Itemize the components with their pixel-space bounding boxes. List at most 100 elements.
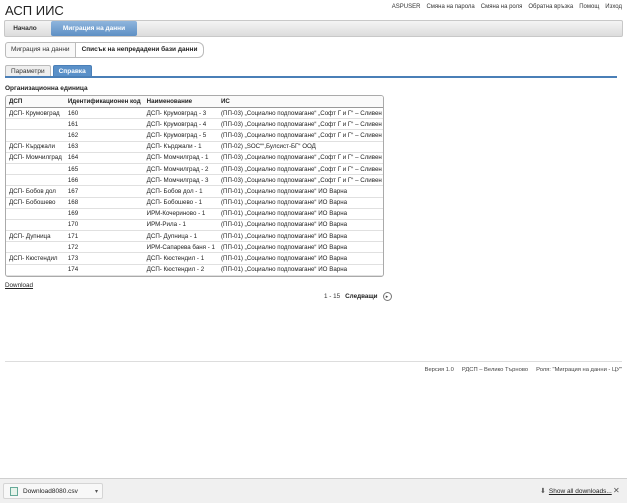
- cell-id-code: 163: [64, 141, 144, 153]
- cell-is: (ПП-02) „SOC““,Булсист-БГ“ ООД: [217, 141, 383, 153]
- logout-link[interactable]: Изход: [605, 4, 622, 10]
- cell-id-code: 160: [64, 107, 144, 120]
- cell-name: ДСП- Крумовград - 4: [143, 118, 218, 131]
- cell-id-code: 173: [64, 252, 144, 265]
- change-password-link[interactable]: Смяна на парола: [426, 4, 474, 10]
- breadcrumb: Миграция на данни Списък на непредадени …: [5, 42, 205, 58]
- table-row[interactable]: ДСП- Момчилград 164 ДСП- Момчилград - 1 (ПП…: [6, 152, 383, 164]
- cell-is: (ПП-01) „Социално подпомагане“ ИО Варна: [217, 241, 383, 254]
- cell-name: ДСП- Момчилград - 1: [143, 152, 218, 164]
- cell-name: ДСП- Кюстендил - 2: [143, 264, 218, 276]
- results-grid: ДСП Идентификационен код Наименование ИС…: [5, 95, 384, 277]
- cell-is: (ПП-03) „Социално подпомагане“ „Софт Г и…: [217, 174, 383, 187]
- cell-name: ИРМ-Сапарева баня - 1: [143, 241, 218, 254]
- cell-name: ДСП- Дупница - 1: [143, 230, 218, 243]
- cell-is: (ПП-03) „Социално подпомагане“ „Софт Г и…: [217, 152, 383, 164]
- download-item[interactable]: Download8080.csv ▾: [3, 483, 103, 499]
- table-row[interactable]: ДСП- Кюстендил 173 ДСП- Кюстендил - 1 (ПП-0…: [6, 252, 383, 265]
- cell-id-code: 165: [64, 163, 144, 176]
- table-row[interactable]: 161 ДСП- Крумовград - 4 (ПП-03) „Социално …: [6, 118, 383, 131]
- table-row[interactable]: 165 ДСП- Момчилград - 2 (ПП-03) „Социално …: [6, 163, 383, 176]
- column-header-dsp[interactable]: ДСП: [6, 96, 65, 108]
- cell-name: ДСП- Кюстендил - 1: [143, 252, 218, 265]
- next-page-link[interactable]: Следващи: [345, 293, 377, 300]
- cell-is: (ПП-01) „Социално подпомагане“ ИО Варна: [217, 185, 383, 198]
- pager: 1 - 15 Следващи ▸: [324, 292, 392, 301]
- column-header-name[interactable]: Наименование: [143, 96, 218, 108]
- table-row[interactable]: 172 ИРМ-Сапарева баня - 1 (ПП-01) „Социалн…: [6, 241, 383, 254]
- cell-id-code: 172: [64, 241, 144, 254]
- cell-name: ИРМ-Рила - 1: [143, 219, 218, 232]
- cell-dsp: ДСП- Бобов дол: [6, 185, 65, 198]
- cell-name: ИРМ-Кочериново - 1: [143, 208, 218, 220]
- cell-dsp: ДСП- Кърджали: [6, 141, 65, 153]
- table-row[interactable]: 162 ДСП- Крумовград - 5 (ПП-03) „Социално …: [6, 129, 383, 142]
- cell-is: (ПП-03) „Социално подпомагане“ „Софт Г и…: [217, 163, 383, 176]
- cell-name: ДСП- Крумовград - 5: [143, 129, 218, 142]
- csv-file-icon: [10, 486, 18, 496]
- downloads-bar: Download8080.csv ▾ ⬇ Show all downloads.…: [0, 478, 627, 503]
- feedback-link[interactable]: Обратна връзка: [528, 4, 573, 10]
- nav-migration[interactable]: Миграция на данни: [51, 21, 137, 36]
- cell-id-code: 161: [64, 118, 144, 131]
- table-row[interactable]: ДСП- Кърджали 163 ДСП- Кърджали - 1 (ПП-02)…: [6, 141, 383, 153]
- user-link[interactable]: ASPUSER: [392, 4, 421, 10]
- footer-divider: [5, 361, 622, 362]
- cell-dsp: [6, 208, 65, 220]
- column-header-is[interactable]: ИС: [217, 96, 383, 108]
- cell-id-code: 170: [64, 219, 144, 232]
- breadcrumb-parent[interactable]: Миграция на данни: [5, 42, 76, 58]
- results-table: ДСП Идентификационен код Наименование ИС…: [6, 96, 383, 276]
- cell-id-code: 166: [64, 174, 144, 187]
- cell-dsp: [6, 264, 65, 276]
- show-all-downloads-link[interactable]: ⬇ Show all downloads...: [540, 487, 612, 496]
- table-row[interactable]: 169 ИРМ-Кочериново - 1 (ПП-01) „Социално п…: [6, 208, 383, 220]
- table-row[interactable]: 174 ДСП- Кюстендил - 2 (ПП-01) „Социално п…: [6, 264, 383, 276]
- cell-id-code: 167: [64, 185, 144, 198]
- cell-id-code: 168: [64, 197, 144, 209]
- help-link[interactable]: Помощ: [579, 4, 599, 10]
- cell-id-code: 174: [64, 264, 144, 276]
- chevron-right-icon[interactable]: ▸: [382, 292, 392, 301]
- cell-is: (ПП-01) „Социално подпомагане“ ИО Варна: [217, 264, 383, 276]
- footer-role: Роля: "Миграция на данни - ЦУ": [536, 367, 622, 373]
- table-row[interactable]: 166 ДСП- Момчилград - 3 (ПП-03) „Социално …: [6, 174, 383, 187]
- cell-id-code: 162: [64, 129, 144, 142]
- cell-id-code: 171: [64, 230, 144, 243]
- table-row[interactable]: ДСП- Дупница 171 ДСП- Дупница - 1 (ПП-01) „…: [6, 230, 383, 243]
- chevron-down-icon[interactable]: ▾: [95, 488, 98, 495]
- cell-dsp: [6, 118, 65, 131]
- cell-is: (ПП-01) „Социално подпомагане“ ИО Варна: [217, 197, 383, 209]
- cell-is: (ПП-01) „Социално подпомагане“ ИО Варна: [217, 252, 383, 265]
- show-all-label: Show all downloads...: [548, 487, 612, 495]
- cell-name: ДСП- Бобошево - 1: [143, 197, 218, 209]
- cell-dsp: [6, 163, 65, 176]
- cell-dsp: ДСП- Момчилград: [6, 152, 65, 164]
- cell-dsp: [6, 241, 65, 254]
- cell-dsp: [6, 174, 65, 187]
- cell-is: (ПП-03) „Социално подпомагане“ „Софт Г и…: [217, 118, 383, 131]
- cell-name: ДСП- Кърджали - 1: [143, 141, 218, 153]
- cell-is: (ПП-03) „Социално подпомагане“ „Софт Г и…: [217, 129, 383, 142]
- table-row[interactable]: ДСП- Крумовград 160 ДСП- Крумовград - 3 (ПП…: [6, 107, 383, 120]
- cell-is: (ПП-01) „Социално подпомагане“ ИО Варна: [217, 208, 383, 220]
- close-icon[interactable]: ✕: [613, 486, 620, 495]
- cell-name: ДСП- Момчилград - 2: [143, 163, 218, 176]
- footer-version: Версия 1.0: [424, 367, 454, 373]
- nav-home[interactable]: Начало: [5, 21, 45, 36]
- table-header-row: ДСП Идентификационен код Наименование ИС: [6, 96, 383, 108]
- change-role-link[interactable]: Смяна на роля: [481, 4, 523, 10]
- cell-name: ДСП- Момчилград - 3: [143, 174, 218, 187]
- column-header-id-code[interactable]: Идентификационен код: [64, 96, 144, 108]
- cell-dsp: ДСП- Крумовград: [6, 107, 65, 120]
- pager-range: 1 - 15: [324, 293, 341, 300]
- top-links: ASPUSER Смяна на парола Смяна на роля Об…: [392, 4, 622, 10]
- section-title: Организационна единица: [5, 85, 88, 92]
- footer-org: РДСП – Велико Търново: [461, 367, 529, 373]
- tab-underline: [5, 76, 617, 78]
- download-link[interactable]: Download: [5, 282, 33, 289]
- cell-id-code: 169: [64, 208, 144, 220]
- table-row[interactable]: ДСП- Бобов дол 167 ДСП- Бобов дол - 1 (ПП-0…: [6, 185, 383, 198]
- table-row[interactable]: 170 ИРМ-Рила - 1 (ПП-01) „Социално подпома…: [6, 219, 383, 232]
- table-row[interactable]: ДСП- Бобошево 168 ДСП- Бобошево - 1 (ПП-01)…: [6, 197, 383, 209]
